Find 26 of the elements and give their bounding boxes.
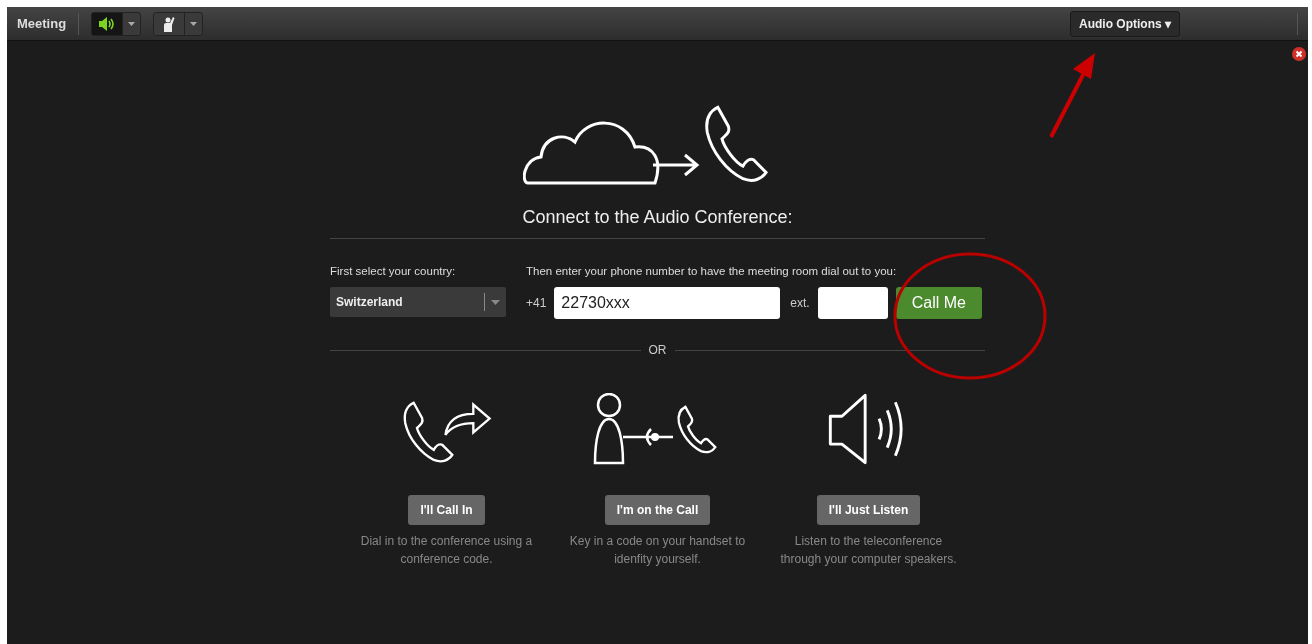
or-divider-label: OR — [648, 343, 667, 357]
option-description: Key in a code on your handset to idenfity yourself. — [568, 533, 747, 568]
dropdown-caret-icon — [128, 21, 136, 26]
dialog-heading: Connect to the Audio Conference: — [522, 207, 793, 228]
ext-input-field[interactable] — [817, 287, 888, 319]
speaker-icon — [98, 16, 117, 31]
country-label: First select your country: — [330, 265, 457, 277]
option-description: Dial in to the conference using a conference code. — [359, 533, 534, 568]
meeting-title: Meeting — [17, 16, 67, 31]
phone-label: Then enter your phone number to have the meeting room dial out to you: — [526, 265, 898, 277]
option-button[interactable]: I'm on the Call — [604, 495, 711, 525]
dropdown-caret-icon — [491, 299, 500, 305]
close-icon[interactable] — [1292, 47, 1306, 61]
country-code: +41 — [526, 296, 547, 310]
dropdown-caret-icon — [190, 21, 198, 26]
call-me-button[interactable]: Call Me — [895, 287, 982, 319]
ext-label: ext. — [790, 296, 810, 310]
option-button[interactable]: I'll Call In — [408, 495, 485, 525]
split-button[interactable] — [91, 11, 142, 36]
phone-input-field[interactable]: 22730xxx — [554, 287, 781, 319]
option-button[interactable]: I'll Just Listen — [816, 495, 921, 525]
raised-hand-icon — [162, 15, 177, 32]
option-description: Listen to the teleconference through your computer speakers. — [779, 533, 958, 568]
split-button[interactable] — [153, 11, 204, 36]
audio-options-button[interactable]: Audio Options ▾ — [1070, 10, 1180, 37]
country-dropdown[interactable]: Switzerland — [330, 287, 506, 317]
